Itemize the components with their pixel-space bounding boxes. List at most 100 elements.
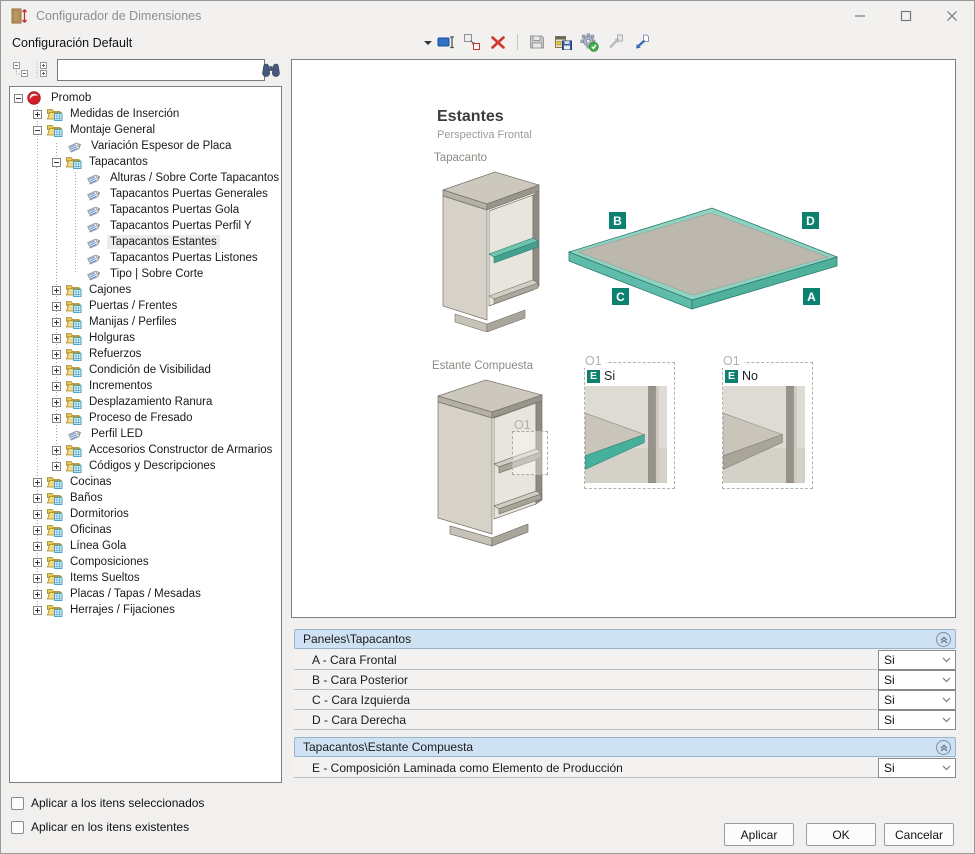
tree-expand-box[interactable] (52, 302, 61, 311)
import-config-icon[interactable] (631, 32, 651, 52)
folder-icon (65, 459, 82, 473)
tree-item[interactable]: Montaje General (10, 122, 281, 138)
property-value-dropdown[interactable]: Si (878, 650, 956, 670)
configuration-tree-panel: PromobMedidas de InserciónMontaje Genera… (9, 86, 282, 783)
apply-selected-checkbox[interactable] (11, 797, 24, 810)
tree-item[interactable]: Tapacantos Estantes (10, 234, 281, 250)
tree-item[interactable]: Puertas / Frentes (10, 298, 281, 314)
tree-collapse-box[interactable] (14, 94, 23, 103)
tree-item[interactable]: Holguras (10, 330, 281, 346)
tree-item[interactable]: Promob (10, 90, 281, 106)
save-all-config-icon[interactable] (553, 32, 573, 52)
tree-expand-box[interactable] (52, 462, 61, 471)
collapse-all-icon[interactable] (11, 60, 31, 80)
tree-expand-box[interactable] (52, 350, 61, 359)
tree-item[interactable]: Desplazamiento Ranura (10, 394, 281, 410)
tree-item[interactable]: Cajones (10, 282, 281, 298)
tree-expand-box[interactable] (52, 414, 61, 423)
tree-item[interactable]: Perfil LED (10, 426, 281, 442)
tree-expand-box[interactable] (33, 574, 42, 583)
tree-item[interactable]: Items Sueltos (10, 570, 281, 586)
tree-expand-box[interactable] (52, 382, 61, 391)
tree-expand-box[interactable] (33, 510, 42, 519)
property-value-dropdown[interactable]: Si (878, 690, 956, 710)
tree-expand-box[interactable] (33, 110, 42, 119)
minimize-button[interactable] (851, 7, 869, 25)
tree-item[interactable]: Proceso de Fresado (10, 410, 281, 426)
property-group-header: Paneles\Tapacantos (294, 629, 956, 649)
save-config-icon[interactable] (527, 32, 547, 52)
tree-item[interactable]: Códigos y Descripciones (10, 458, 281, 474)
tree-item[interactable]: Manijas / Perfiles (10, 314, 281, 330)
folder-icon (46, 539, 63, 553)
apply-button[interactable]: Aplicar (724, 823, 794, 846)
apply-existing-checkbox[interactable] (11, 821, 24, 834)
tree-expand-box[interactable] (33, 590, 42, 599)
title-bar: Configurador de Dimensiones (2, 2, 973, 29)
tree-expand-box[interactable] (33, 606, 42, 615)
option-detail-no: O1 E No (722, 362, 813, 489)
tree-item[interactable]: Oficinas (10, 522, 281, 538)
tree-expand-box[interactable] (33, 542, 42, 551)
tree-item[interactable]: Cocinas (10, 474, 281, 490)
tree-expand-box[interactable] (52, 446, 61, 455)
tree-collapse-box[interactable] (52, 158, 61, 167)
tree-collapse-box[interactable] (33, 126, 42, 135)
ok-button[interactable]: OK (806, 823, 876, 846)
preview-title: Estantes (437, 108, 504, 126)
tree-item[interactable]: Tapacantos Puertas Gola (10, 202, 281, 218)
maximize-button[interactable] (897, 7, 915, 25)
tree-expand-box[interactable] (33, 558, 42, 567)
tree-expand-box[interactable] (52, 286, 61, 295)
tree-item[interactable]: Incrementos (10, 378, 281, 394)
search-binoculars-icon[interactable] (260, 60, 282, 80)
folder-icon (46, 491, 63, 505)
chevron-down-icon (942, 697, 955, 703)
tree-item[interactable]: Tapacantos (10, 154, 281, 170)
tree-item[interactable]: Condición de Visibilidad (10, 362, 281, 378)
tree-expand-box[interactable] (52, 334, 61, 343)
tree-item[interactable]: Línea Gola (10, 538, 281, 554)
rename-config-icon[interactable] (436, 32, 456, 52)
tree-item[interactable]: Refuerzos (10, 346, 281, 362)
property-value-dropdown[interactable]: Si (878, 670, 956, 690)
dimension-tag-icon (86, 267, 103, 281)
tree-item[interactable]: Herrajes / Fijaciones (10, 602, 281, 618)
tree-item[interactable]: Accesorios Constructor de Armarios (10, 442, 281, 458)
tree-item[interactable]: Alturas / Sobre Corte Tapacantos (10, 170, 281, 186)
tree-expand-box[interactable] (33, 526, 42, 535)
property-value-dropdown[interactable]: Si (878, 710, 956, 730)
tree-expand-box[interactable] (52, 366, 61, 375)
collapse-panel-button[interactable] (936, 632, 951, 647)
copy-config-icon[interactable] (462, 32, 482, 52)
dropdown-value: Si (879, 653, 942, 667)
tree-expand-box[interactable] (33, 494, 42, 503)
configuration-dropdown[interactable]: Configuración Default (12, 33, 434, 52)
tree-item[interactable]: Dormitorios (10, 506, 281, 522)
tree-expand-box[interactable] (52, 318, 61, 327)
collapse-panel-button[interactable] (936, 740, 951, 755)
tree-item[interactable]: Composiciones (10, 554, 281, 570)
tree-item[interactable]: Tipo | Sobre Corte (10, 266, 281, 282)
export-config-icon[interactable] (605, 32, 625, 52)
tree-item[interactable]: Medidas de Inserción (10, 106, 281, 122)
tree-item[interactable]: Tapacantos Puertas Perfil Y (10, 218, 281, 234)
cancel-button[interactable]: Cancelar (884, 823, 954, 846)
property-label: A - Cara Frontal (312, 650, 397, 670)
tree-search-input[interactable] (57, 59, 265, 81)
close-button[interactable] (943, 7, 961, 25)
expand-all-icon[interactable] (33, 60, 53, 80)
tree-item[interactable]: Tapacantos Puertas Listones (10, 250, 281, 266)
tree-item[interactable]: Variación Espesor de Placa (10, 138, 281, 154)
tree-item[interactable]: Placas / Tapas / Mesadas (10, 586, 281, 602)
tree-item-label: Montaje General (67, 123, 158, 137)
property-value-dropdown[interactable]: Si (878, 758, 956, 778)
tree-item[interactable]: Baños (10, 490, 281, 506)
delete-config-icon[interactable] (488, 32, 508, 52)
tree-expand-box[interactable] (33, 478, 42, 487)
tree-expand-box[interactable] (52, 398, 61, 407)
tree-item[interactable]: Tapacantos Puertas Generales (10, 186, 281, 202)
folder-icon (65, 331, 82, 345)
apply-config-icon[interactable] (579, 32, 599, 52)
zoom-ref-label: O1 (584, 354, 606, 368)
